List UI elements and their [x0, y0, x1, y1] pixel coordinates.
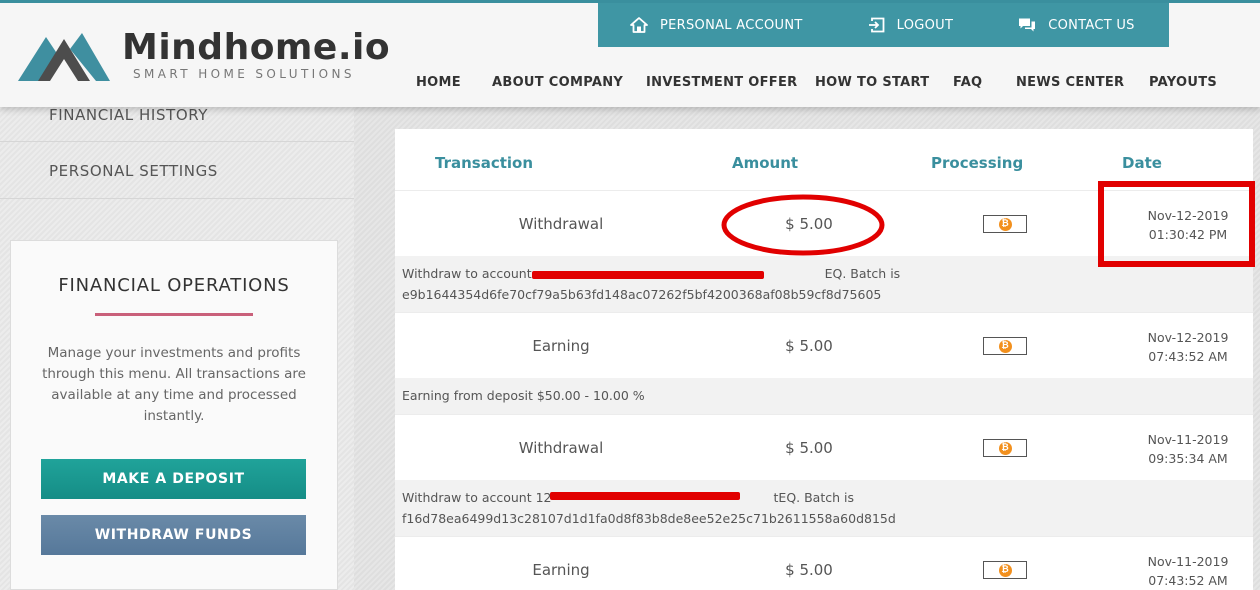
transaction-type: Earning — [532, 337, 590, 355]
nav-about-company[interactable]: ABOUT COMPANY — [492, 75, 623, 90]
panel-title: FINANCIAL OPERATIONS — [58, 275, 290, 296]
sidebar-item-label: FINANCIAL HISTORY — [49, 106, 209, 124]
nav-faq[interactable]: FAQ — [953, 75, 982, 90]
processing-badge: ₿ — [983, 215, 1027, 233]
transaction-amount: $ 5.00 — [785, 337, 833, 355]
personal-account-label: PERSONAL ACCOUNT — [660, 17, 803, 33]
details-suffix: EQ. Batch is — [824, 266, 901, 281]
panel-description: Manage your investments and profits thro… — [42, 345, 306, 424]
transaction-datetime: Nov-12-2019 01:30:42 PM — [1135, 206, 1241, 244]
bitcoin-icon: ₿ — [998, 441, 1012, 455]
details-prefix: Withdraw to account 12 — [402, 490, 552, 505]
brand-name: Mindhome.io — [122, 27, 391, 68]
table-row: Withdrawal $ 5.00 ₿ Nov-12-2019 01:30:42… — [395, 190, 1253, 256]
transaction-amount: $ 5.00 — [785, 439, 833, 457]
details-batch-hash: e9b1644354d6fe70cf79a5b63fd148ac07262f5b… — [402, 287, 882, 302]
details-batch-hash: f16d78ea6499d13c28107d1d1fa0d8f83b8de8ee… — [402, 511, 896, 526]
financial-operations-panel: FINANCIAL OPERATIONS Manage your investm… — [10, 240, 338, 590]
nav-home[interactable]: HOME — [416, 75, 461, 90]
column-header-date: Date — [1122, 154, 1162, 172]
transaction-type: Withdrawal — [518, 439, 604, 457]
withdraw-funds-button[interactable]: WITHDRAW FUNDS — [41, 515, 306, 555]
transaction-amount: $ 5.00 — [785, 215, 833, 233]
nav-investment-offer[interactable]: INVESTMENT OFFER — [646, 75, 797, 90]
processing-badge: ₿ — [983, 561, 1027, 579]
transaction-time: 07:43:52 AM — [1148, 573, 1228, 588]
transaction-date: Nov-12-2019 — [1147, 208, 1229, 223]
main-content: Transaction Amount Processing Date Withd… — [354, 107, 1260, 590]
logout-icon — [868, 17, 885, 33]
bitcoin-icon: ₿ — [998, 217, 1012, 231]
details-line-1: Withdraw to account 12 tEQ. Batch is — [402, 487, 1253, 508]
bitcoin-icon: ₿ — [998, 339, 1012, 353]
details-line-1: Withdraw to account EQ. Batch is — [402, 263, 1253, 284]
details-line-1: Earning from deposit $50.00 - 10.00 % — [402, 388, 645, 403]
nav-payouts[interactable]: PAYOUTS — [1149, 75, 1217, 90]
main-navigation: HOME ABOUT COMPANY INVESTMENT OFFER HOW … — [0, 69, 1260, 99]
sidebar-item-label: PERSONAL SETTINGS — [49, 162, 218, 180]
transaction-type: Earning — [532, 561, 590, 579]
transaction-datetime: Nov-12-2019 07:43:52 AM — [1135, 328, 1241, 366]
transaction-date: Nov-12-2019 — [1147, 330, 1229, 345]
details-prefix: Withdraw to account — [402, 266, 536, 281]
transaction-date: Nov-11-2019 — [1147, 554, 1229, 569]
home-icon — [630, 17, 648, 33]
transaction-datetime: Nov-11-2019 09:35:34 AM — [1135, 430, 1241, 468]
sidebar: FINANCIAL HISTORY PERSONAL SETTINGS FINA… — [0, 106, 354, 590]
contact-us-label: CONTACT US — [1048, 17, 1135, 33]
transaction-date: Nov-11-2019 — [1147, 432, 1229, 447]
redaction-mark — [532, 271, 764, 279]
personal-account-link[interactable]: PERSONAL ACCOUNT — [630, 17, 803, 33]
transaction-details: Earning from deposit $50.00 - 10.00 % — [395, 378, 1253, 414]
column-header-processing: Processing — [931, 154, 1024, 172]
transaction-amount: $ 5.00 — [785, 561, 833, 579]
column-header-transaction: Transaction — [435, 154, 534, 172]
transaction-time: 09:35:34 AM — [1148, 451, 1228, 466]
contact-us-link[interactable]: CONTACT US — [1018, 17, 1135, 33]
nav-news-center[interactable]: NEWS CENTER — [1016, 75, 1124, 90]
redaction-mark — [550, 492, 740, 500]
transaction-details: Withdraw to account 12 tEQ. Batch is f16d… — [395, 480, 1253, 536]
logout-link[interactable]: LOGOUT — [868, 17, 954, 33]
transaction-datetime: Nov-11-2019 07:43:52 AM — [1135, 552, 1241, 590]
column-header-amount: Amount — [732, 154, 799, 172]
make-deposit-button[interactable]: MAKE A DEPOSIT — [41, 459, 306, 499]
chat-icon — [1019, 18, 1036, 32]
transaction-details: Withdraw to account EQ. Batch is e9b1644… — [395, 256, 1253, 312]
table-row: Withdrawal $ 5.00 ₿ Nov-11-2019 09:35:34… — [395, 414, 1253, 480]
transaction-time: 01:30:42 PM — [1148, 227, 1228, 242]
table-row: Earning $ 5.00 ₿ Nov-12-2019 07:43:52 AM — [395, 312, 1253, 378]
transactions-table: Transaction Amount Processing Date Withd… — [395, 129, 1253, 590]
title-underline — [95, 313, 253, 316]
transaction-type: Withdrawal — [518, 215, 604, 233]
nav-how-to-start[interactable]: HOW TO START — [815, 75, 929, 90]
processing-badge: ₿ — [983, 337, 1027, 355]
processing-badge: ₿ — [983, 439, 1027, 457]
table-row: Earning $ 5.00 ₿ Nov-11-2019 07:43:52 AM — [395, 536, 1253, 590]
account-bar: PERSONAL ACCOUNT LOGOUT CONTACT US — [598, 3, 1169, 47]
transaction-time: 07:43:52 AM — [1148, 349, 1228, 364]
site-header: Mindhome.io SMART HOME SOLUTIONS PERSONA… — [0, 0, 1260, 107]
bitcoin-icon: ₿ — [998, 563, 1012, 577]
details-suffix: tEQ. Batch is — [773, 490, 854, 505]
sidebar-item-personal-settings[interactable]: PERSONAL SETTINGS — [0, 143, 354, 199]
logout-label: LOGOUT — [896, 17, 954, 33]
